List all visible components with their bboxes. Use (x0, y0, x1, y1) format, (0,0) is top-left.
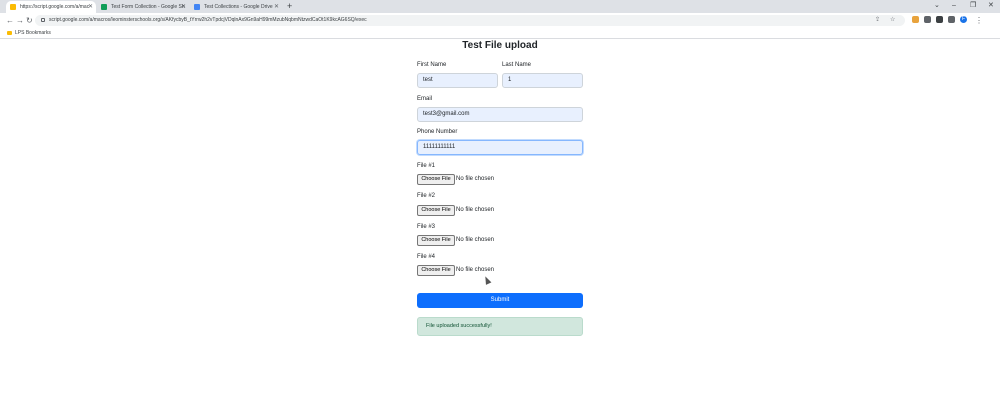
extension-icon[interactable] (912, 16, 919, 23)
tab-form-collection[interactable]: Test Form Collection - Google Sh ✕ (97, 1, 189, 13)
file-4-label: File #4 (417, 254, 436, 260)
avatar[interactable]: F (960, 16, 967, 23)
star-icon[interactable]: ☆ (890, 15, 895, 26)
side-panel-icon[interactable] (948, 16, 955, 23)
close-tab-icon[interactable]: ✕ (274, 1, 279, 13)
sheets-favicon-icon (101, 4, 107, 10)
file-2-label: File #2 (417, 193, 436, 199)
tab-apps-script[interactable]: https://script.google.com/a/mac ✕ (6, 1, 96, 13)
bookmarks-bar: LPS Bookmarks (0, 28, 1000, 39)
file-3-status: No file chosen (456, 237, 495, 243)
file-1-label: File #1 (417, 163, 436, 169)
tab-title: Test Form Collection - Google Sh (111, 4, 185, 10)
last-name-input[interactable]: 1 (502, 73, 583, 88)
submit-button[interactable]: Submit (417, 293, 583, 308)
file-3-label: File #3 (417, 224, 436, 230)
first-name-input[interactable]: test (417, 73, 498, 88)
share-icon[interactable]: ⇪ (875, 15, 880, 26)
url-text: script.google.com/a/macros/leominstersch… (49, 17, 367, 23)
forward-icon[interactable]: → (16, 13, 24, 28)
email-label: Email (417, 96, 433, 102)
address-bar[interactable]: script.google.com/a/macros/leominstersch… (35, 15, 905, 26)
tab-title: Test Collections - Google Drive (204, 4, 273, 10)
file-2-status: No file chosen (456, 207, 495, 213)
drive-favicon-icon (194, 4, 200, 10)
file-4-status: No file chosen (456, 267, 495, 273)
file-3-choose-button[interactable]: Choose File (417, 235, 455, 246)
tab-strip: https://script.google.com/a/mac ✕ Test F… (0, 0, 1000, 13)
first-name-label: First Name (417, 62, 447, 68)
folder-icon (7, 31, 12, 35)
browser-toolbar: ← → ↻ script.google.com/a/macros/leomins… (0, 13, 1000, 28)
file-1-status: No file chosen (456, 176, 495, 182)
tab-title: https://script.google.com/a/mac (20, 4, 90, 10)
file-4-choose-button[interactable]: Choose File (417, 265, 455, 276)
menu-kebab-icon[interactable]: ⋮ (975, 13, 983, 28)
file-2-choose-button[interactable]: Choose File (417, 205, 455, 216)
lock-icon (41, 18, 45, 22)
phone-input[interactable]: 11111111111 (417, 140, 583, 155)
close-window-icon[interactable]: ✕ (988, 0, 994, 12)
file-1-choose-button[interactable]: Choose File (417, 174, 455, 185)
tab-drive[interactable]: Test Collections - Google Drive ✕ (190, 1, 282, 13)
new-tab-icon[interactable]: + (287, 0, 292, 13)
apps-script-favicon-icon (10, 4, 16, 10)
extension-icon[interactable] (924, 16, 931, 23)
minimize-icon[interactable]: – (952, 0, 956, 12)
last-name-label: Last Name (502, 62, 532, 68)
page-title: Test File upload (462, 40, 538, 51)
mouse-cursor-icon (482, 275, 492, 285)
tab-search-icon[interactable]: ⌄ (934, 0, 940, 12)
reload-icon[interactable]: ↻ (26, 13, 33, 28)
close-tab-icon[interactable]: ✕ (181, 1, 186, 13)
email-input[interactable]: test3@gmail.com (417, 107, 583, 122)
phone-label: Phone Number (417, 129, 458, 135)
restore-icon[interactable]: ❐ (970, 0, 976, 12)
success-alert: File uploaded successfully! (417, 317, 583, 336)
extensions-puzzle-icon[interactable] (936, 16, 943, 23)
close-tab-icon[interactable]: ✕ (88, 1, 93, 13)
bookmark-folder-lps[interactable]: LPS Bookmarks (15, 28, 51, 38)
back-icon[interactable]: ← (6, 13, 14, 28)
